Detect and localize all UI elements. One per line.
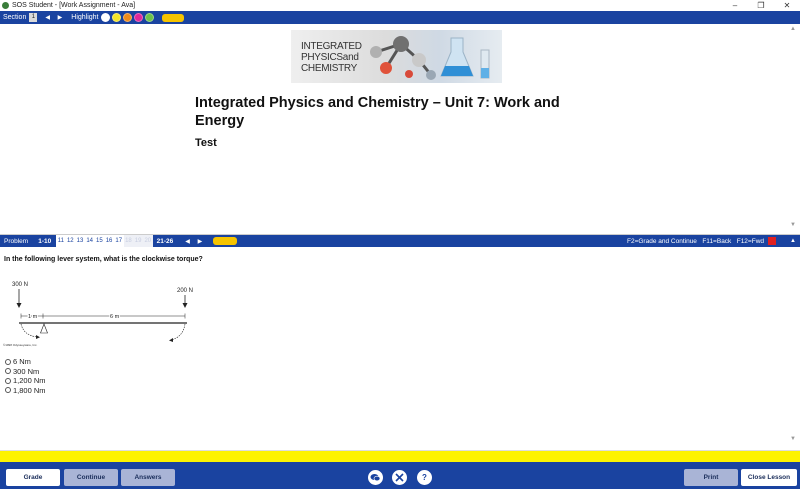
section-label: Section <box>3 14 27 21</box>
diagram-copyright: ©1998 Odysseyware, Inc. <box>3 343 38 347</box>
minimize-button[interactable]: – <box>722 0 748 11</box>
radio-button[interactable] <box>5 377 11 384</box>
highlight-yellow[interactable] <box>111 13 121 22</box>
content-scroll-down[interactable]: ▼ <box>790 222 796 228</box>
clockwise-arc <box>170 323 186 341</box>
answer-choice[interactable]: 6 Nm <box>5 357 46 367</box>
highlight-pink[interactable] <box>133 13 143 22</box>
page-subtitle: Test <box>195 137 217 149</box>
tools-glyph <box>395 473 404 482</box>
answer-choices: 6 Nm 300 Nm 1,200 Nm 1,800 Nm <box>5 357 46 395</box>
answer-choice-label: 300 Nm <box>13 366 40 376</box>
answer-choice[interactable]: 1,800 Nm <box>5 386 46 396</box>
question-text: In the following lever system, what is t… <box>4 256 203 263</box>
problem-number[interactable]: 16 <box>104 235 114 247</box>
fulcrum-triangle <box>40 323 48 334</box>
right-force-label: 200 N <box>177 288 193 294</box>
counterclockwise-arrowhead <box>36 335 40 339</box>
right-distance-label: 6 m <box>110 314 120 320</box>
clockwise-arrowhead <box>169 338 173 342</box>
problem-number[interactable]: 14 <box>84 235 95 247</box>
problem-range-next[interactable]: 21-26 <box>157 238 174 245</box>
problem-number[interactable]: 11 <box>56 235 66 247</box>
problem-number[interactable]: 17 <box>113 235 124 247</box>
problem-number[interactable]: 19 <box>133 235 143 247</box>
answers-button[interactable]: Answers <box>121 469 175 486</box>
course-banner-image: INTEGRATED PHYSICSand CHEMISTRY <box>291 30 502 83</box>
app-icon <box>2 2 9 9</box>
answer-choice-label: 6 Nm <box>13 357 31 367</box>
section-toolbar: Section 1 ◀ ▶ Highlight <box>0 11 800 24</box>
grade-button[interactable]: Grade <box>6 469 60 486</box>
radio-button[interactable] <box>5 368 11 375</box>
window-title: SOS Student - [Work Assignment - Ava] <box>12 2 136 9</box>
lesson-content-pane: INTEGRATED PHYSICSand CHEMISTRY Integrat… <box>0 24 800 235</box>
chat-icon[interactable] <box>368 470 383 485</box>
section-nav-arrows[interactable]: ◀ ▶ <box>45 14 65 21</box>
section-number[interactable]: 1 <box>29 13 38 22</box>
keyboard-shortcuts: F2=Grade and Continue F11=Back F12=Fwd <box>627 237 764 245</box>
chat-glyph <box>370 474 381 482</box>
answer-choice[interactable]: 300 Nm <box>5 367 46 377</box>
highlight-marker[interactable] <box>161 13 184 22</box>
problem-nav-arrows[interactable]: ◀ ▶ <box>185 238 205 245</box>
left-arrowhead <box>16 303 22 308</box>
radio-button[interactable] <box>5 387 11 394</box>
problem-number[interactable]: 18 <box>123 235 134 247</box>
close-lesson-button[interactable]: Close Lesson <box>741 469 797 486</box>
flag-icon[interactable] <box>768 237 776 245</box>
print-button[interactable]: Print <box>684 469 738 486</box>
problem-label: Problem <box>4 237 29 245</box>
problem-number[interactable]: 12 <box>65 235 76 247</box>
problem-highlight-marker[interactable] <box>213 237 238 245</box>
counterclockwise-arc <box>20 323 39 338</box>
help-icon[interactable]: ? <box>417 470 432 485</box>
problem-number[interactable]: 15 <box>94 235 105 247</box>
left-distance-label: 1 m <box>28 314 38 320</box>
highlight-label: Highlight <box>71 14 99 21</box>
continue-button[interactable]: Continue <box>64 469 118 486</box>
problem-number-list: 11 12 13 14 15 16 17 18 19 20 <box>56 235 153 247</box>
problem-nav-bar: Problem 1-10 11 12 13 14 15 16 17 18 19 … <box>0 235 800 247</box>
tools-icon[interactable] <box>392 470 407 485</box>
footer-toolbar: Grade Continue Answers ? Print Close Les… <box>0 462 800 489</box>
problem-number[interactable]: 13 <box>75 235 85 247</box>
question-scroll-down[interactable]: ▼ <box>790 436 796 442</box>
highlight-eraser[interactable] <box>100 13 110 22</box>
answer-choice-label: 1,800 Nm <box>13 385 46 395</box>
right-arrowhead <box>182 303 188 308</box>
molecule-flask-illustration <box>370 36 490 80</box>
lever-diagram: 300 N 200 N 1 m 6 m ©1998 Odysseyware, I… <box>3 282 193 347</box>
highlight-orange[interactable] <box>122 13 132 22</box>
answer-choice-label: 1,200 Nm <box>13 376 46 386</box>
content-scroll-up[interactable]: ▲ <box>790 26 796 32</box>
highlight-strip <box>0 450 800 462</box>
problem-pane-collapse[interactable]: ▲ <box>790 238 796 244</box>
page-title: Integrated Physics and Chemistry – Unit … <box>195 95 560 129</box>
problem-range-prev[interactable]: 1-10 <box>38 238 51 245</box>
app-window: SOS Student - [Work Assignment - Ava] – … <box>0 0 800 489</box>
problem-number[interactable]: 20 <box>142 235 153 247</box>
title-bar: SOS Student - [Work Assignment - Ava] – … <box>0 0 800 11</box>
restore-button[interactable]: ❐ <box>748 0 774 11</box>
highlight-green[interactable] <box>144 13 154 22</box>
close-window-button[interactable]: ✕ <box>774 0 800 11</box>
radio-button[interactable] <box>5 358 11 365</box>
answer-choice[interactable]: 1,200 Nm <box>5 376 46 386</box>
left-force-label: 300 N <box>12 282 28 288</box>
